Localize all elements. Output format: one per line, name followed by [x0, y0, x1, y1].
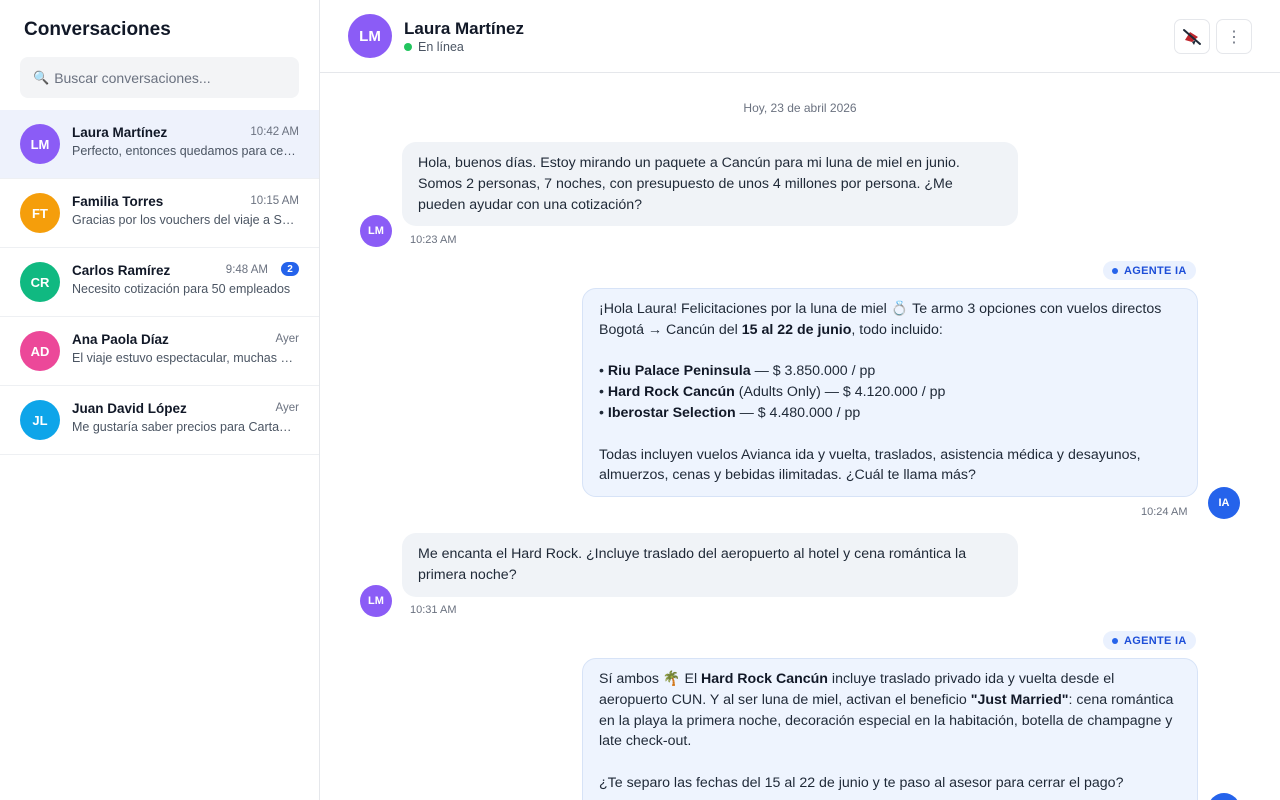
chat-panel: LM Laura Martínez En línea ⋮ Hoy, 23 de …: [320, 0, 1280, 800]
conversation-item-laura[interactable]: LM Laura Martínez 10:42 AM Perfecto, ent…: [0, 110, 319, 179]
unread-badge: 2: [281, 262, 299, 276]
message-line: ¿Te separo las fechas del 15 al 22 de ju…: [599, 774, 1124, 791]
message-line: late check-out.: [599, 733, 692, 750]
chat-header: LM Laura Martínez En línea ⋮: [320, 0, 1280, 73]
conversation-preview: Necesito cotización para 50 empleados: [72, 282, 291, 296]
conversation-name: Familia Torres: [72, 194, 164, 209]
message-line: Somos 2 personas, 7 noches, con presupue…: [418, 175, 953, 192]
conversation-preview: Me gustaría saber precios para Cartagena: [72, 420, 298, 434]
message-line: Bogotá → Cancún del 15 al 22 de junio, t…: [599, 321, 943, 338]
date-separator: Hoy, 23 de abril 2026: [743, 101, 857, 115]
conversation-item-juan[interactable]: JL Juan David López Ayer Me gustaría sab…: [0, 386, 319, 455]
more-options-button[interactable]: ⋮: [1216, 19, 1252, 54]
conversation-list: LM Laura Martínez 10:42 AM Perfecto, ent…: [0, 110, 319, 455]
agent-dot: [1112, 637, 1118, 644]
conversation-item-carlos[interactable]: CR Carlos Ramírez 9:48 AM 2 Necesito cot…: [0, 248, 319, 317]
agent-ia-tag: AGENTE IA: [1103, 631, 1196, 650]
search-box[interactable]: 🔍: [20, 57, 299, 98]
message-line: primera noche?: [418, 566, 517, 583]
user-avatar: LM: [360, 215, 392, 247]
message-time: 10:31 AM: [410, 604, 457, 616]
message-line: Hola, buenos días. Estoy mirando un paqu…: [418, 155, 960, 171]
conversation-name: Carlos Ramírez: [72, 263, 171, 278]
option-hardrock: • Hard Rock Cancún (Adults Only) — $ 4.1…: [599, 384, 946, 401]
status-text: En línea: [418, 40, 464, 54]
agent-avatar: IA: [1208, 487, 1240, 519]
message-bubble-agent: ¡Hola Laura! Felicitaciones por la luna …: [582, 288, 1198, 498]
contact-status: En línea: [404, 40, 464, 54]
agent-ia-tag: AGENTE IA: [1103, 261, 1196, 280]
conversation-preview: El viaje estuvo espectacular, muchas gra…: [72, 351, 298, 365]
option-iberostar: • Iberostar Selection — $ 4.480.000 / pp: [599, 404, 861, 421]
avatar: CR: [20, 262, 60, 302]
message-line: pueden ayudar con una cotización?: [418, 196, 643, 213]
mute-agent-button[interactable]: [1174, 19, 1210, 54]
more-vertical-icon: ⋮: [1226, 28, 1242, 46]
avatar: JL: [20, 400, 60, 440]
contact-avatar: LM: [348, 14, 392, 58]
message-time: 10:24 AM: [1141, 506, 1188, 518]
mute-icon: [1183, 28, 1201, 45]
message-line: Todas incluyen vuelos Avianca ida y vuel…: [599, 446, 1141, 463]
message-line: ¡Hola Laura! Felicitaciones por la luna …: [599, 301, 1162, 317]
conversation-time: 10:15 AM: [250, 195, 299, 207]
agent-avatar: IA: [1208, 793, 1240, 800]
conversation-item-ana[interactable]: AD Ana Paola Díaz Ayer El viaje estuvo e…: [0, 317, 319, 386]
user-avatar: LM: [360, 585, 392, 617]
message-line: en la playa la primera noche, decoración…: [599, 712, 1173, 729]
search-input[interactable]: [54, 69, 295, 86]
message-line: aeropuerto CUN. Y al ser luna de miel, a…: [599, 691, 1174, 708]
contact-name: Laura Martínez: [404, 19, 524, 38]
message-bubble-user: Me encanta el Hard Rock. ¿Incluye trasla…: [402, 533, 1018, 597]
avatar: AD: [20, 331, 60, 371]
message-bubble-agent: Sí ambos 🌴 El Hard Rock Cancún incluye t…: [582, 658, 1198, 800]
conversation-preview: Gracias por los vouchers del viaje a San…: [72, 213, 298, 227]
conversation-time: Ayer: [275, 333, 299, 345]
online-dot: [404, 43, 412, 51]
conversation-name: Ana Paola Díaz: [72, 332, 169, 347]
option-riu: • Riu Palace Peninsula — $ 3.850.000 / p…: [599, 363, 876, 380]
message-line: almuerzos, cenas y bebidas ilimitadas. ¿…: [599, 467, 976, 484]
conversation-time: 9:48 AM: [225, 264, 268, 276]
conversation-preview: Perfecto, entonces quedamos para cerrar …: [72, 144, 298, 158]
conversation-sidebar: Conversaciones 🔍 LM Laura Martínez 10:42…: [0, 0, 320, 800]
conversation-item-familia[interactable]: FT Familia Torres 10:15 AM Gracias por l…: [0, 179, 319, 248]
message-line: Sí ambos 🌴 El Hard Rock Cancún incluye t…: [599, 671, 1115, 687]
search-icon: 🔍: [33, 69, 50, 85]
conversation-name: Laura Martínez: [72, 125, 168, 140]
conversation-name: Juan David López: [72, 401, 187, 416]
sidebar-title: Conversaciones: [24, 19, 171, 40]
conversation-time: 10:42 AM: [250, 126, 299, 138]
avatar: LM: [20, 124, 60, 164]
agent-dot: [1112, 267, 1118, 274]
agent-label: AGENTE IA: [1124, 264, 1187, 277]
message-line: Me encanta el Hard Rock. ¿Incluye trasla…: [418, 546, 967, 562]
avatar: FT: [20, 193, 60, 233]
message-bubble-user: Hola, buenos días. Estoy mirando un paqu…: [402, 142, 1018, 227]
agent-label: AGENTE IA: [1124, 634, 1187, 647]
message-time: 10:23 AM: [410, 234, 457, 246]
conversation-time: Ayer: [275, 402, 299, 414]
